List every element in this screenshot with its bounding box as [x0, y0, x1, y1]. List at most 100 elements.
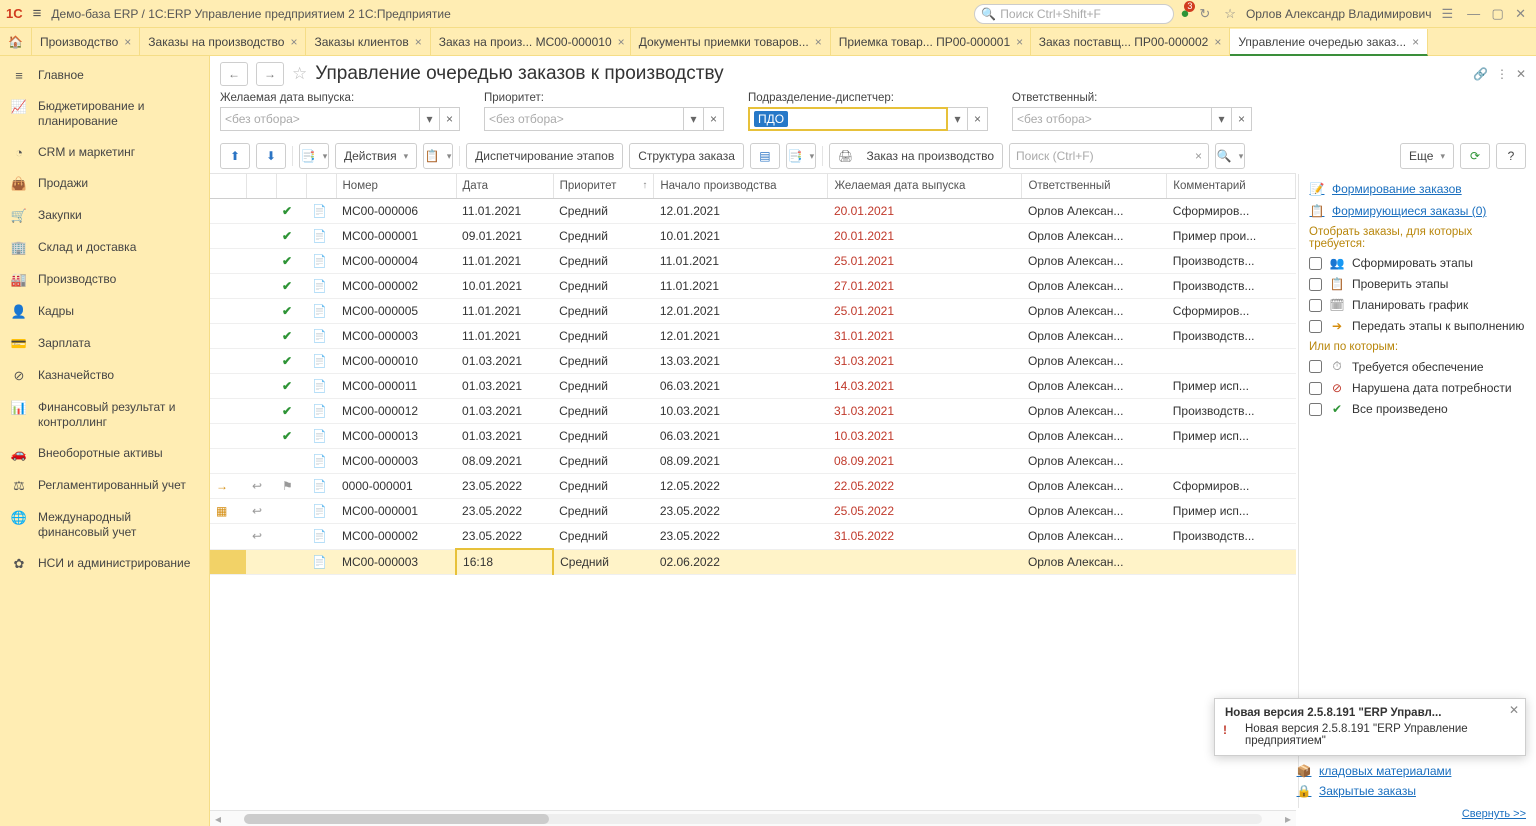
favorite-star-icon[interactable]: ☆	[292, 64, 307, 84]
column-header-9[interactable]: Ответственный	[1022, 174, 1167, 199]
table-row[interactable]: ✔📄МС00-00001301.03.2021Средний06.03.2021…	[210, 424, 1296, 449]
sidebar-item-10[interactable]: 📊Финансовый результат и контроллинг	[0, 392, 209, 438]
side-filter-checkbox[interactable]	[1309, 403, 1322, 416]
table-row[interactable]: ✔📄МС00-00001101.03.2021Средний06.03.2021…	[210, 374, 1296, 399]
tab-close-icon[interactable]: ×	[1016, 35, 1023, 49]
production-order-button[interactable]: 🖨 Заказ на производство	[829, 143, 1003, 169]
tab-close-icon[interactable]: ×	[415, 35, 422, 49]
table-row[interactable]: →↩⚑📄0000-00000123.05.2022Средний12.05.20…	[210, 474, 1296, 499]
table-row[interactable]: ✔📄МС00-00000611.01.2021Средний12.01.2021…	[210, 199, 1296, 224]
filter-priority-dropdown[interactable]: ▾	[684, 107, 704, 131]
column-header-5[interactable]: Дата	[456, 174, 553, 199]
actions-button[interactable]: Действия▾	[335, 143, 417, 169]
tab-6[interactable]: Заказ поставщ... ПР00-000002×	[1031, 28, 1231, 55]
side-filter-item[interactable]: ⏱Требуется обеспечение	[1309, 359, 1528, 374]
side-filter-item[interactable]: 🗓Планировать график	[1309, 298, 1528, 312]
sidebar-item-13[interactable]: 🌐Международный финансовый учет	[0, 502, 209, 548]
tab-3[interactable]: Заказ на произ... МС00-000010×	[431, 28, 631, 55]
sidebar-item-12[interactable]: ⚖Регламентированный учет	[0, 470, 209, 502]
column-header-4[interactable]: Номер	[336, 174, 456, 199]
favorites-icon[interactable]: ☆	[1220, 6, 1240, 22]
tab-7[interactable]: Управление очередью заказ...×	[1230, 29, 1428, 56]
horizontal-scrollbar[interactable]: ◂▸	[210, 810, 1296, 826]
sidebar-item-2[interactable]: ◔CRM и маркетинг	[0, 137, 209, 168]
side-filter-item[interactable]: 👥Сформировать этапы	[1309, 256, 1528, 270]
side-filter-checkbox[interactable]	[1309, 257, 1322, 270]
filter-department-input[interactable]: ПДО	[748, 107, 948, 131]
filter-responsible-input[interactable]: <без отбора>	[1012, 107, 1212, 131]
filter-due-date-clear[interactable]: ×	[440, 107, 460, 131]
kebab-icon[interactable]: ⋮	[1496, 67, 1508, 81]
form-orders-link[interactable]: 📝Формирование заказов	[1309, 182, 1528, 196]
table-row[interactable]: ✔📄МС00-00001201.03.2021Средний10.03.2021…	[210, 399, 1296, 424]
side-filter-checkbox[interactable]	[1309, 360, 1322, 373]
queue-button[interactable]: 📑▾	[299, 143, 329, 169]
column-header-8[interactable]: Желаемая дата выпуска	[828, 174, 1022, 199]
column-header-6[interactable]: Приоритет	[553, 174, 654, 199]
sidebar-item-1[interactable]: 📈Бюджетирование и планирование	[0, 91, 209, 137]
tab-5[interactable]: Приемка товар... ПР00-000001×	[831, 28, 1031, 55]
table-row[interactable]: ↩📄МС00-00000223.05.2022Средний23.05.2022…	[210, 524, 1296, 550]
table-row[interactable]: ✔📄МС00-00000511.01.2021Средний12.01.2021…	[210, 299, 1296, 324]
global-search[interactable]: 🔍 Поиск Ctrl+Shift+F	[974, 4, 1174, 24]
tab-1[interactable]: Заказы на производство×	[140, 28, 306, 55]
clipboard-button[interactable]: 📋▾	[423, 143, 453, 169]
filter-department-clear[interactable]: ×	[968, 107, 988, 131]
column-header-1[interactable]	[246, 174, 276, 199]
move-down-button[interactable]: ⬇	[256, 143, 286, 169]
history-icon[interactable]: ↻	[1195, 6, 1214, 22]
column-header-10[interactable]: Комментарий	[1167, 174, 1296, 199]
refresh-button[interactable]: ⟳	[1460, 143, 1490, 169]
list-view-button[interactable]: ▤	[750, 143, 780, 169]
orders-table[interactable]: НомерДатаПриоритетНачало производстваЖел…	[210, 174, 1296, 575]
popup-close-icon[interactable]: ✕	[1509, 703, 1519, 717]
sidebar-item-9[interactable]: ⊘Казначейство	[0, 360, 209, 392]
tab-4[interactable]: Документы приемки товаров...×	[631, 28, 831, 55]
side-filter-item[interactable]: ✔Все произведено	[1309, 402, 1528, 416]
sidebar-item-5[interactable]: 🏢Склад и доставка	[0, 232, 209, 264]
table-row[interactable]: ✔📄МС00-00001001.03.2021Средний13.03.2021…	[210, 349, 1296, 374]
hamburger-icon[interactable]: ≡	[29, 5, 46, 22]
home-tab[interactable]: 🏠	[0, 28, 32, 55]
bottom-link[interactable]: 📦кладовых материалами	[1296, 764, 1528, 778]
table-row[interactable]: ✔📄МС00-00000311.01.2021Средний12.01.2021…	[210, 324, 1296, 349]
column-header-0[interactable]	[210, 174, 246, 199]
copy-button[interactable]: 📑▾	[786, 143, 816, 169]
help-button[interactable]: ?	[1496, 143, 1526, 169]
filter-department-dropdown[interactable]: ▾	[948, 107, 968, 131]
column-header-7[interactable]: Начало производства	[654, 174, 828, 199]
side-filter-checkbox[interactable]	[1309, 320, 1322, 333]
side-filter-checkbox[interactable]	[1309, 299, 1322, 312]
side-filter-item[interactable]: ➔Передать этапы к выполнению	[1309, 319, 1528, 333]
sidebar-item-3[interactable]: 👜Продажи	[0, 168, 209, 200]
sidebar-item-11[interactable]: 🚗Внеоборотные активы	[0, 438, 209, 470]
sidebar-item-0[interactable]: ≡Главное	[0, 60, 209, 91]
table-row[interactable]: ▦↩📄МС00-00000123.05.2022Средний23.05.202…	[210, 499, 1296, 524]
filter-priority-clear[interactable]: ×	[704, 107, 724, 131]
minimize-button[interactable]: —	[1463, 6, 1484, 21]
tab-close-icon[interactable]: ×	[618, 35, 625, 49]
table-row[interactable]: 📄МС00-00000316:18Средний02.06.2022Орлов …	[210, 549, 1296, 575]
tab-close-icon[interactable]: ×	[815, 35, 822, 49]
user-menu-icon[interactable]: ☰	[1437, 6, 1457, 22]
close-button[interactable]: ✕	[1511, 6, 1530, 21]
filter-responsible-clear[interactable]: ×	[1232, 107, 1252, 131]
tab-close-icon[interactable]: ×	[1214, 35, 1221, 49]
more-button[interactable]: Еще▾	[1400, 143, 1454, 169]
filter-responsible-dropdown[interactable]: ▾	[1212, 107, 1232, 131]
filter-due-date-dropdown[interactable]: ▾	[420, 107, 440, 131]
tab-0[interactable]: Производство×	[32, 28, 140, 55]
sidebar-item-6[interactable]: 🏭Производство	[0, 264, 209, 296]
tab-close-icon[interactable]: ×	[290, 35, 297, 49]
user-name[interactable]: Орлов Александр Владимирович	[1246, 7, 1432, 21]
maximize-button[interactable]: ▢	[1487, 6, 1507, 21]
side-filter-checkbox[interactable]	[1309, 278, 1322, 291]
table-row[interactable]: ✔📄МС00-00000210.01.2021Средний11.01.2021…	[210, 274, 1296, 299]
column-header-3[interactable]	[306, 174, 336, 199]
find-button[interactable]: 🔍▾	[1215, 143, 1245, 169]
page-close-icon[interactable]: ✕	[1516, 67, 1526, 81]
column-header-2[interactable]	[276, 174, 306, 199]
bottom-link[interactable]: 🔒Закрытые заказы	[1296, 784, 1528, 798]
sidebar-item-14[interactable]: ✿НСИ и администрирование	[0, 548, 209, 580]
sidebar-item-7[interactable]: 👤Кадры	[0, 296, 209, 328]
